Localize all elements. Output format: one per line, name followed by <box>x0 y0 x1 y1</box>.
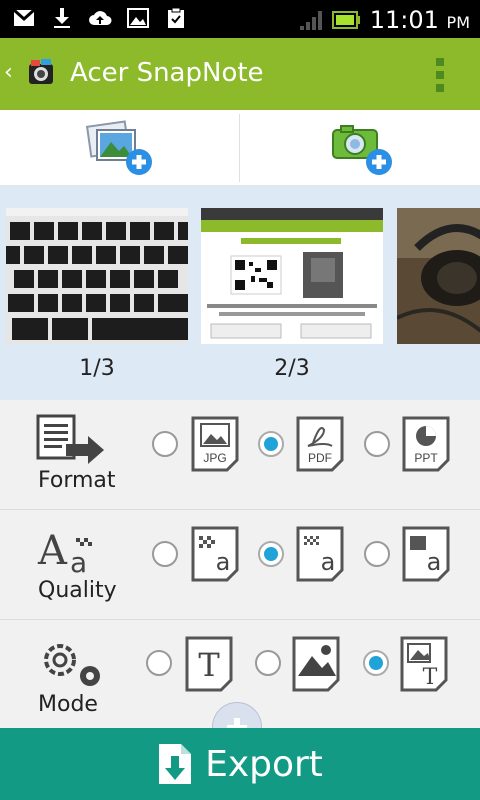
format-row: Format JPG PDF PPT <box>0 400 480 510</box>
mode-mixed-icon[interactable]: T <box>398 636 450 692</box>
add-source-row <box>0 110 480 186</box>
quality-high-radio[interactable] <box>364 541 390 567</box>
svg-text:T: T <box>198 646 220 684</box>
headphones-photo <box>397 208 480 344</box>
format-jpg-radio[interactable] <box>152 431 178 457</box>
mode-gear-icon <box>44 644 100 686</box>
export-file-icon <box>159 744 192 784</box>
mode-text-radio[interactable] <box>146 650 172 676</box>
svg-text:PPT: PPT <box>414 451 438 465</box>
svg-text:a: a <box>427 548 442 576</box>
jpg-file-icon[interactable]: JPG <box>189 416 241 472</box>
status-right: 11:01 PM <box>298 6 470 34</box>
signal-icon <box>299 11 322 30</box>
camera-add-icon <box>331 125 392 175</box>
mode-image-radio[interactable] <box>255 650 281 676</box>
gallery-add-icon <box>85 120 152 175</box>
page-label-2: 2/3 <box>274 356 310 381</box>
quality-row: A a Quality a a a <box>0 510 480 620</box>
quality-high-icon[interactable]: a <box>400 526 452 582</box>
svg-text:PDF: PDF <box>308 451 332 465</box>
quality-label: Quality <box>38 578 117 603</box>
format-label: Format <box>38 468 116 493</box>
export-button[interactable]: Export <box>0 728 480 800</box>
battery-icon <box>331 11 360 29</box>
back-caret-icon[interactable]: ‹ <box>4 60 13 85</box>
clipboard-icon <box>168 7 184 28</box>
ppt-file-icon[interactable]: PPT <box>400 416 452 472</box>
image-icon <box>127 8 149 28</box>
notification-icons <box>12 6 188 30</box>
page-thumbnails[interactable]: 1/3 2/3 <box>0 186 480 400</box>
overflow-menu-icon[interactable] <box>436 58 444 92</box>
quality-icon: A a <box>37 528 92 579</box>
qr-code-screenshot <box>201 208 383 344</box>
keyboard-photo <box>6 208 188 344</box>
quality-low-radio[interactable] <box>152 541 178 567</box>
app-logo-icon[interactable] <box>26 58 56 88</box>
page-thumb-1[interactable] <box>6 208 188 344</box>
format-ppt-radio[interactable] <box>364 431 390 457</box>
export-label: Export <box>205 743 323 785</box>
mode-image-icon[interactable] <box>290 636 342 692</box>
svg-text:a: a <box>321 548 336 576</box>
export-options: Format JPG PDF PPT A a Quality a a a Mod… <box>0 400 480 730</box>
add-from-camera-button[interactable] <box>240 110 479 186</box>
app-title: Acer SnapNote <box>70 58 264 88</box>
page-thumb-2[interactable] <box>201 208 383 344</box>
format-icon <box>36 414 104 464</box>
pdf-file-icon[interactable]: PDF <box>294 416 346 472</box>
mode-mixed-radio[interactable] <box>363 650 389 676</box>
quality-low-icon[interactable]: a <box>189 526 241 582</box>
add-from-gallery-button[interactable] <box>0 110 239 186</box>
svg-text:JPG: JPG <box>203 451 226 465</box>
status-bar: 11:01 PM <box>0 0 480 38</box>
quality-medium-radio[interactable] <box>258 541 284 567</box>
quality-medium-icon[interactable]: a <box>294 526 346 582</box>
svg-text:T: T <box>423 665 438 690</box>
format-pdf-radio[interactable] <box>258 431 284 457</box>
action-bar: ‹ Acer SnapNote <box>0 38 480 110</box>
clock: 11:01 PM <box>369 6 470 34</box>
download-icon <box>54 8 70 28</box>
svg-text:A: A <box>37 528 68 574</box>
svg-text:a: a <box>70 546 87 579</box>
page-label-1: 1/3 <box>79 356 115 381</box>
gmail-icon <box>12 8 36 26</box>
svg-text:a: a <box>216 548 231 576</box>
mode-text-icon[interactable]: T <box>183 636 235 692</box>
page-label-3: 3 <box>397 356 480 381</box>
page-thumb-3[interactable] <box>397 208 480 344</box>
cloud-upload-icon <box>89 11 112 25</box>
mode-label: Mode <box>38 692 98 717</box>
